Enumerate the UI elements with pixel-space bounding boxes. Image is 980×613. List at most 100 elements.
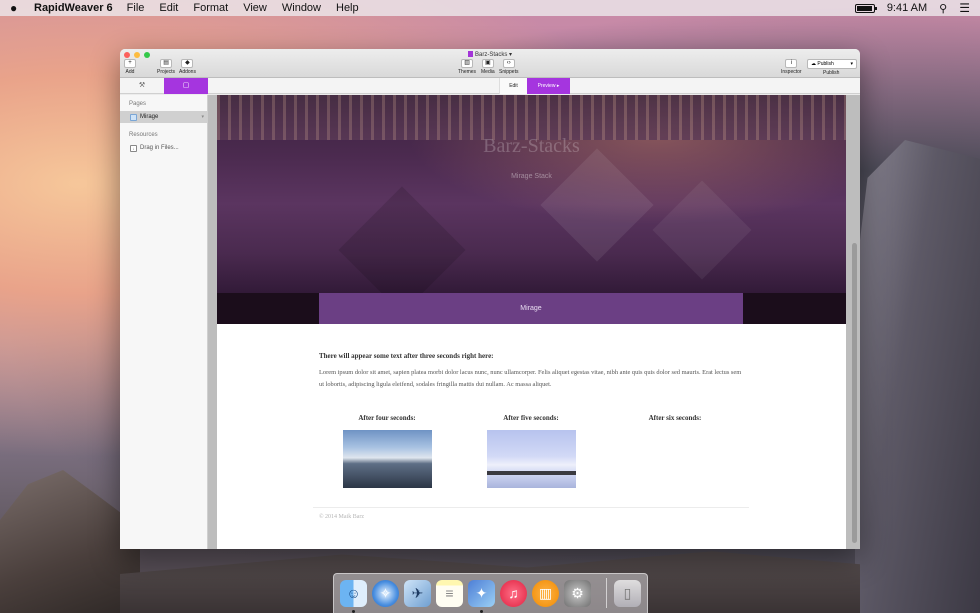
ibooks-icon[interactable]: ▥ xyxy=(532,580,559,607)
projects-label: Projects xyxy=(157,69,176,75)
rapidweaver-window: Barz-Stacks ▾ + Add ▤ Projects ◆ Addons … xyxy=(120,49,860,549)
mail-icon[interactable]: ✈ xyxy=(404,580,431,607)
preview-scrollbar[interactable] xyxy=(852,243,857,543)
add-label: Add xyxy=(125,69,135,75)
notes-icon[interactable]: ≡ xyxy=(436,580,463,607)
sidebar-item-resources-drop[interactable]: ↓ Drag in Files... xyxy=(120,142,207,154)
window-titlebar: Barz-Stacks ▾ + Add ▤ Projects ◆ Addons … xyxy=(120,49,860,78)
addons-icon: ◆ xyxy=(181,59,194,68)
resources-heading: Resources xyxy=(129,132,158,138)
document-icon xyxy=(467,51,473,57)
themes-label: Themes xyxy=(458,69,477,75)
wrench-icon: ⚒ xyxy=(138,82,146,89)
projects-icon: ▤ xyxy=(160,59,173,68)
addons-label: Addons xyxy=(179,69,196,75)
file-icon: ↓ xyxy=(130,144,137,152)
sidebar: Pages Mirage ▾ Resources ↓ Drag in Files… xyxy=(120,95,208,549)
media-label: Media xyxy=(481,69,495,75)
chevron-down-icon: ▾ xyxy=(201,114,204,120)
themes-button[interactable]: ▥ Themes xyxy=(458,59,476,75)
tab-pages[interactable]: ▢ xyxy=(164,78,208,94)
system-preferences-icon[interactable]: ⚙ xyxy=(564,580,591,607)
chevron-down-icon: ▾ xyxy=(850,61,853,67)
menubar-status-area: 9:41 AM ⚲ ☰ xyxy=(854,1,970,15)
dock-separator xyxy=(606,578,607,608)
nav-item-mirage[interactable]: Mirage xyxy=(319,293,743,324)
menu-app-name[interactable]: RapidWeaver 6 xyxy=(34,2,113,14)
document-title: Barz-Stacks ▾ xyxy=(120,51,860,58)
hero-facet xyxy=(540,148,654,262)
sidebar-item-label: Drag in Files... xyxy=(140,145,179,151)
edit-mode-button[interactable]: Edit xyxy=(499,78,527,94)
info-icon: i xyxy=(785,59,798,68)
hero-facet xyxy=(652,180,752,280)
main-content: There will appear some text after three … xyxy=(319,352,743,391)
column-six-seconds: After six seconds: xyxy=(615,414,735,430)
menu-help[interactable]: Help xyxy=(336,2,359,14)
media-button[interactable]: ▣ Media xyxy=(481,59,495,75)
column-heading: After four seconds: xyxy=(358,414,416,422)
page-icon xyxy=(130,113,137,121)
spotlight-search-icon[interactable]: ⚲ xyxy=(939,2,947,15)
lake-photo xyxy=(486,430,576,488)
preview-mode-button[interactable]: Preview ▸ xyxy=(527,78,570,94)
apple-icon[interactable]: ● xyxy=(10,1,20,15)
footer-text: © 2014 Maik Barz xyxy=(319,514,365,520)
hero-title: Barz-Stacks xyxy=(483,135,580,157)
preview-page: Barz-Stacks Mirage Stack Mirage There wi… xyxy=(217,95,846,549)
finder-icon[interactable]: ☺ xyxy=(340,580,367,607)
column-heading: After five seconds: xyxy=(503,414,559,422)
rapidweaver-icon[interactable]: ✦ xyxy=(468,580,495,607)
hero-subtitle: Mirage Stack xyxy=(511,173,552,180)
snippets-icon: ‹› xyxy=(502,59,515,68)
publish-cloud-icon: ☁ xyxy=(811,61,816,67)
publish-button-label: Publish xyxy=(817,61,834,67)
publish-label: Publish xyxy=(823,70,840,76)
hero-banner: Barz-Stacks Mirage Stack xyxy=(217,95,846,314)
preview-mode-label: Preview xyxy=(537,83,556,89)
sidebar-item-mirage[interactable]: Mirage ▾ xyxy=(120,111,207,123)
safari-icon[interactable]: ✧ xyxy=(372,580,399,607)
projects-button[interactable]: ▤ Projects xyxy=(157,59,175,75)
content-paragraph: Lorem ipsum dolor sit amet, sapien plate… xyxy=(319,369,742,388)
media-icon: ▣ xyxy=(481,59,494,68)
pages-heading: Pages xyxy=(129,101,147,107)
plus-icon: + xyxy=(124,59,136,68)
itunes-icon[interactable]: ♫ xyxy=(500,580,527,607)
city-skyline-image xyxy=(217,95,846,140)
menu-edit[interactable]: Edit xyxy=(159,2,178,14)
themes-icon: ▥ xyxy=(461,59,474,68)
document-title-text: Barz-Stacks xyxy=(474,52,508,58)
view-tabstrip: ⚒ ▢ Edit Preview ▸ xyxy=(120,78,860,94)
menubar: ● RapidWeaver 6 File Edit Format View Wi… xyxy=(0,0,980,16)
menu-file[interactable]: File xyxy=(127,2,145,14)
desktop-mountain-left xyxy=(0,470,140,613)
menu-view[interactable]: View xyxy=(243,2,267,14)
menu-window[interactable]: Window xyxy=(282,2,321,14)
snippets-label: Snippets xyxy=(499,69,519,75)
publish-button[interactable]: ☁ Publish ▾ xyxy=(807,59,857,69)
snippets-button[interactable]: ‹› Snippets xyxy=(499,59,518,75)
tab-tools[interactable]: ⚒ xyxy=(120,78,164,94)
dock: ☺ ✧ ✈ ≡ ✦ ♫ ▥ ⚙ ▯ xyxy=(333,573,648,613)
column-four-seconds: After four seconds: xyxy=(327,414,447,488)
inspector-button[interactable]: i Inspector xyxy=(781,59,802,75)
column-five-seconds: After five seconds: xyxy=(471,414,591,488)
footer-divider xyxy=(313,507,749,508)
desktop-mountain-right xyxy=(855,140,980,613)
menu-format[interactable]: Format xyxy=(193,2,228,14)
site-nav-bar: Mirage xyxy=(217,293,846,324)
addons-button[interactable]: ◆ Addons xyxy=(179,59,196,75)
preview-area: Barz-Stacks Mirage Stack Mirage There wi… xyxy=(208,95,860,549)
notification-center-icon[interactable]: ☰ xyxy=(959,1,970,15)
add-button[interactable]: + Add xyxy=(124,59,136,75)
pages-icon: ▢ xyxy=(182,82,190,89)
sidebar-item-label: Mirage xyxy=(140,114,159,120)
battery-icon[interactable] xyxy=(854,3,877,13)
beach-photo xyxy=(342,430,432,488)
trash-icon[interactable]: ▯ xyxy=(614,580,641,607)
menubar-clock[interactable]: 9:41 AM xyxy=(887,2,927,14)
content-heading: There will appear some text after three … xyxy=(319,352,494,360)
column-heading: After six seconds: xyxy=(648,414,702,422)
inspector-label: Inspector xyxy=(781,69,802,75)
